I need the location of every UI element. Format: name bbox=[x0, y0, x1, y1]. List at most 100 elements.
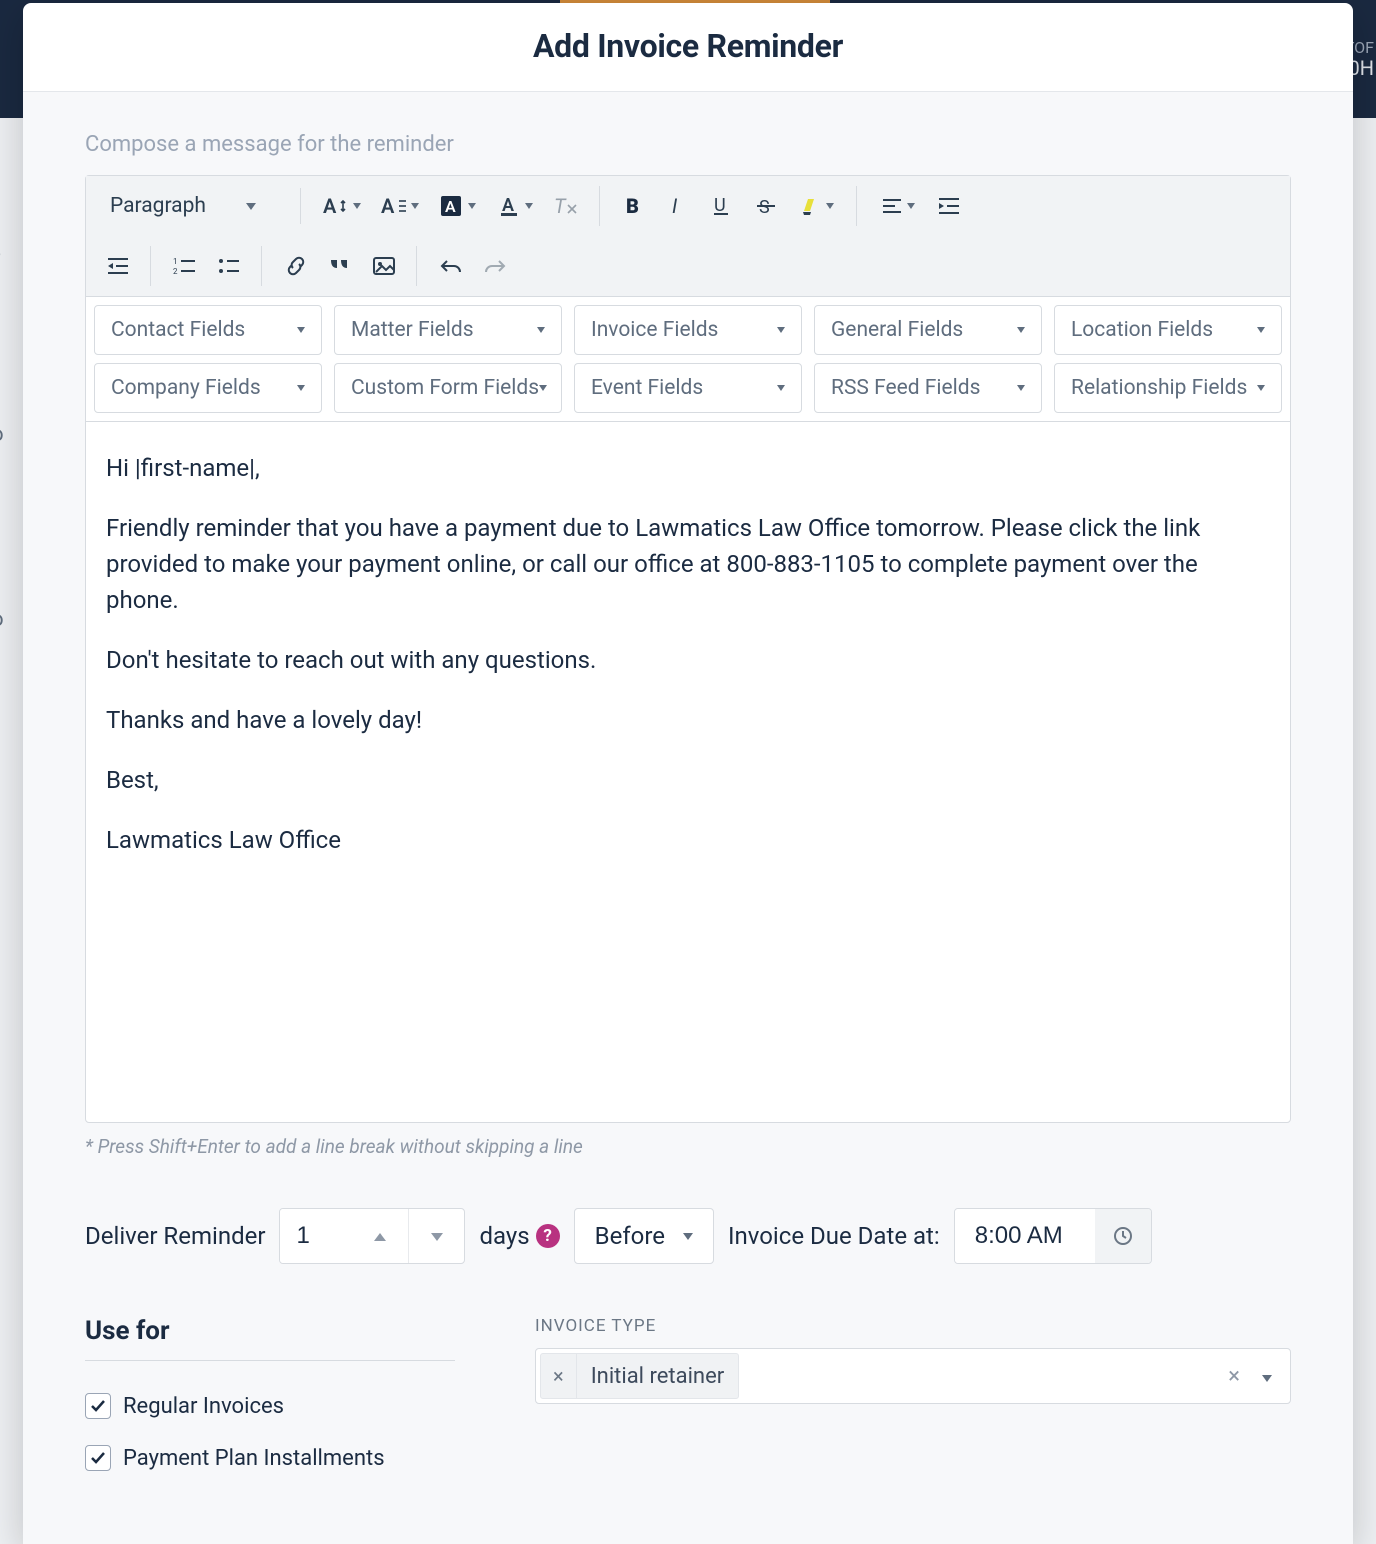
line-height-icon: A bbox=[381, 195, 407, 217]
invoice-fields-dropdown[interactable]: Invoice Fields bbox=[574, 305, 802, 355]
quote-button[interactable] bbox=[320, 246, 360, 286]
general-fields-dropdown[interactable]: General Fields bbox=[814, 305, 1042, 355]
bg-color-icon: A bbox=[440, 195, 464, 217]
caret-icon bbox=[777, 385, 785, 391]
svg-text:A: A bbox=[445, 197, 456, 216]
text-color-button[interactable]: A bbox=[489, 186, 543, 226]
deliver-label: Deliver Reminder bbox=[85, 1222, 265, 1250]
event-fields-dropdown[interactable]: Event Fields bbox=[574, 363, 802, 413]
caret-icon bbox=[1017, 327, 1025, 333]
triangle-up-icon bbox=[374, 1233, 386, 1241]
modal-header: Add Invoice Reminder bbox=[23, 3, 1353, 92]
redo-icon bbox=[483, 257, 507, 275]
caret-icon bbox=[1257, 385, 1265, 391]
clear-format-icon: T bbox=[554, 195, 580, 217]
undo-icon bbox=[439, 257, 463, 275]
triangle-down-icon bbox=[431, 1233, 443, 1241]
underline-button[interactable]: U bbox=[702, 186, 742, 226]
undo-button[interactable] bbox=[431, 246, 471, 286]
invoice-type-select[interactable]: × Initial retainer × bbox=[535, 1348, 1291, 1404]
svg-text:B: B bbox=[626, 195, 639, 217]
contact-fields-dropdown[interactable]: Contact Fields bbox=[94, 305, 322, 355]
company-fields-dropdown[interactable]: Company Fields bbox=[94, 363, 322, 413]
selected-chip: × Initial retainer bbox=[540, 1353, 739, 1399]
ul-icon bbox=[217, 256, 241, 276]
redo-button[interactable] bbox=[475, 246, 515, 286]
time-input[interactable] bbox=[954, 1208, 1152, 1264]
unordered-list-button[interactable] bbox=[209, 246, 249, 286]
text-bg-color-button[interactable]: A bbox=[431, 186, 485, 226]
strike-icon: S bbox=[755, 195, 777, 217]
increment-button[interactable] bbox=[352, 1209, 408, 1264]
link-button[interactable] bbox=[276, 246, 316, 286]
before-after-select[interactable]: Before bbox=[574, 1208, 714, 1264]
days-value[interactable] bbox=[280, 1209, 352, 1263]
quote-icon bbox=[328, 256, 352, 276]
chevron-down-icon bbox=[411, 203, 419, 209]
caret-icon bbox=[297, 385, 305, 391]
svg-text:I: I bbox=[672, 195, 678, 217]
days-number-input[interactable] bbox=[279, 1208, 465, 1264]
highlight-button[interactable] bbox=[790, 186, 844, 226]
outdent-button[interactable] bbox=[98, 246, 138, 286]
chevron-down-icon bbox=[907, 203, 915, 209]
editor-toolbar: Paragraph A A bbox=[86, 176, 1290, 297]
use-for-title: Use for bbox=[85, 1316, 455, 1361]
caret-icon bbox=[537, 327, 545, 333]
caret-icon bbox=[539, 385, 547, 391]
option-label: Payment Plan Installments bbox=[123, 1446, 385, 1471]
align-button[interactable] bbox=[871, 186, 925, 226]
payment-plan-option[interactable]: Payment Plan Installments bbox=[85, 1445, 455, 1471]
italic-button[interactable]: I bbox=[658, 186, 698, 226]
svg-text:2: 2 bbox=[173, 267, 178, 276]
block-style-label: Paragraph bbox=[110, 194, 206, 218]
decrement-button[interactable] bbox=[408, 1209, 464, 1264]
ol-icon: 12 bbox=[173, 256, 197, 276]
text-color-icon: A bbox=[499, 195, 521, 217]
matter-fields-dropdown[interactable]: Matter Fields bbox=[334, 305, 562, 355]
time-value[interactable] bbox=[955, 1209, 1095, 1263]
svg-text:A: A bbox=[381, 195, 395, 217]
message-line: Best, bbox=[106, 762, 1270, 798]
caret-icon bbox=[297, 327, 305, 333]
checkbox-checked[interactable] bbox=[85, 1393, 111, 1419]
modal-body: Compose a message for the reminder Parag… bbox=[23, 92, 1353, 1544]
ordered-list-button[interactable]: 12 bbox=[165, 246, 205, 286]
chevron-down-icon bbox=[246, 203, 256, 210]
indent-icon bbox=[937, 196, 961, 216]
when-value: Before bbox=[595, 1222, 665, 1250]
use-for-column: Use for Regular Invoices Payment Plan In… bbox=[85, 1316, 455, 1497]
clear-format-button[interactable]: T bbox=[547, 186, 587, 226]
block-style-select[interactable]: Paragraph bbox=[98, 188, 288, 224]
relationship-fields-dropdown[interactable]: Relationship Fields bbox=[1054, 363, 1282, 413]
chevron-down-icon bbox=[353, 203, 361, 209]
image-button[interactable] bbox=[364, 246, 404, 286]
indent-button[interactable] bbox=[929, 186, 969, 226]
svg-text:A: A bbox=[323, 195, 337, 217]
svg-text:T: T bbox=[554, 195, 567, 217]
help-icon[interactable]: ? bbox=[536, 1224, 560, 1248]
line-height-button[interactable]: A bbox=[373, 186, 427, 226]
compose-label: Compose a message for the reminder bbox=[85, 132, 1291, 157]
clear-all-button[interactable]: × bbox=[1216, 1364, 1252, 1389]
chevron-down-icon bbox=[525, 203, 533, 209]
delivery-settings: Deliver Reminder days ? Before Invoice D… bbox=[85, 1208, 1291, 1264]
regular-invoices-option[interactable]: Regular Invoices bbox=[85, 1393, 455, 1419]
chip-label: Initial retainer bbox=[577, 1364, 739, 1389]
rss-feed-fields-dropdown[interactable]: RSS Feed Fields bbox=[814, 363, 1042, 413]
caret-icon bbox=[1262, 1375, 1272, 1382]
svg-text:A: A bbox=[502, 195, 514, 216]
location-fields-dropdown[interactable]: Location Fields bbox=[1054, 305, 1282, 355]
checkbox-checked[interactable] bbox=[85, 1445, 111, 1471]
chevron-down-icon bbox=[826, 203, 834, 209]
dropdown-toggle[interactable] bbox=[1252, 1367, 1282, 1386]
clock-button[interactable] bbox=[1095, 1209, 1151, 1263]
align-icon bbox=[881, 197, 903, 215]
chip-remove-button[interactable]: × bbox=[541, 1354, 577, 1398]
font-size-button[interactable]: A bbox=[315, 186, 369, 226]
bold-button[interactable]: B bbox=[614, 186, 654, 226]
message-body[interactable]: Hi |first-name|, Friendly reminder that … bbox=[86, 422, 1290, 1122]
custom-form-fields-dropdown[interactable]: Custom Form Fields bbox=[334, 363, 562, 413]
bottom-section: Use for Regular Invoices Payment Plan In… bbox=[85, 1316, 1291, 1497]
strike-button[interactable]: S bbox=[746, 186, 786, 226]
